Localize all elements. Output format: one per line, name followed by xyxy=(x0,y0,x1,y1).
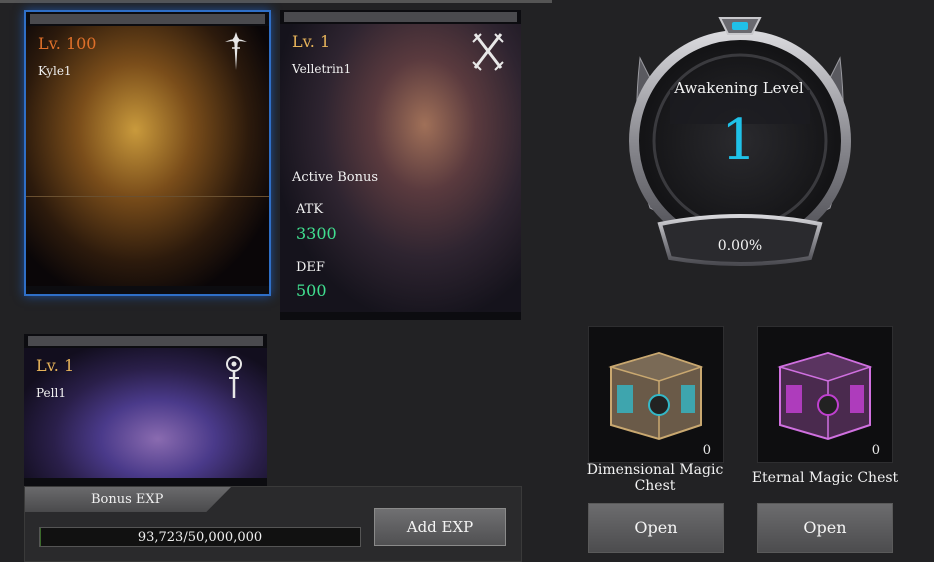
exp-progress-text: 93,723/50,000,000 xyxy=(137,530,263,545)
sword-class-icon xyxy=(225,32,247,70)
active-bonus-title: Active Bonus xyxy=(292,170,379,185)
eternal-chest-icon xyxy=(777,351,873,441)
awakening-level-label: Awakening Level xyxy=(674,79,804,97)
top-divider xyxy=(0,0,552,3)
character-level: Lv. 1 xyxy=(292,32,331,51)
character-level: Lv. 1 xyxy=(36,356,75,375)
def-value: 500 xyxy=(296,281,327,300)
bonus-exp-tab: Bonus EXP xyxy=(25,487,231,512)
awakening-level-value: 1 xyxy=(721,108,757,173)
atk-label: ATK xyxy=(296,202,324,217)
eternal-chest-name: Eternal Magic Chest xyxy=(751,470,899,486)
exp-progress-bar: 93,723/50,000,000 xyxy=(39,527,361,547)
chest-name-line: Dimensional Magic xyxy=(586,462,724,478)
character-name: Velletrin1 xyxy=(292,62,352,76)
staff-class-icon xyxy=(226,356,242,398)
character-name: Kyle1 xyxy=(38,64,72,78)
crossed-blades-icon xyxy=(472,33,504,71)
add-exp-button[interactable]: Add EXP xyxy=(374,508,506,546)
dimensional-chest-name: Dimensional Magic Chest xyxy=(580,462,730,494)
open-eternal-chest-button[interactable]: Open xyxy=(757,503,893,553)
awakening-percent: 0.00% xyxy=(717,238,763,254)
dimensional-chest-slot[interactable]: 0 xyxy=(588,326,724,463)
chest-name-line: Chest xyxy=(634,478,676,494)
chest-count: 0 xyxy=(871,443,880,458)
card-header-bar xyxy=(30,14,265,24)
def-label: DEF xyxy=(296,260,325,275)
card-header-bar xyxy=(284,12,517,22)
character-card-velletrin[interactable]: Lv. 1 Velletrin1 Active Bonus ATK 3300 D… xyxy=(280,10,521,320)
character-name: Pell1 xyxy=(36,386,66,400)
character-level: Lv. 100 xyxy=(38,34,97,53)
eternal-chest-slot[interactable]: 0 xyxy=(757,326,893,463)
atk-value: 3300 xyxy=(296,224,337,243)
chest-count: 0 xyxy=(702,443,711,458)
character-card-pell[interactable]: Lv. 1 Pell1 xyxy=(24,334,267,486)
open-dimensional-chest-button[interactable]: Open xyxy=(588,503,724,553)
dimensional-chest-icon xyxy=(608,351,704,441)
bonus-exp-label: Bonus EXP xyxy=(91,492,164,507)
card-header-bar xyxy=(28,336,263,346)
character-card-kyle[interactable]: Lv. 100 Kyle1 xyxy=(24,10,271,296)
